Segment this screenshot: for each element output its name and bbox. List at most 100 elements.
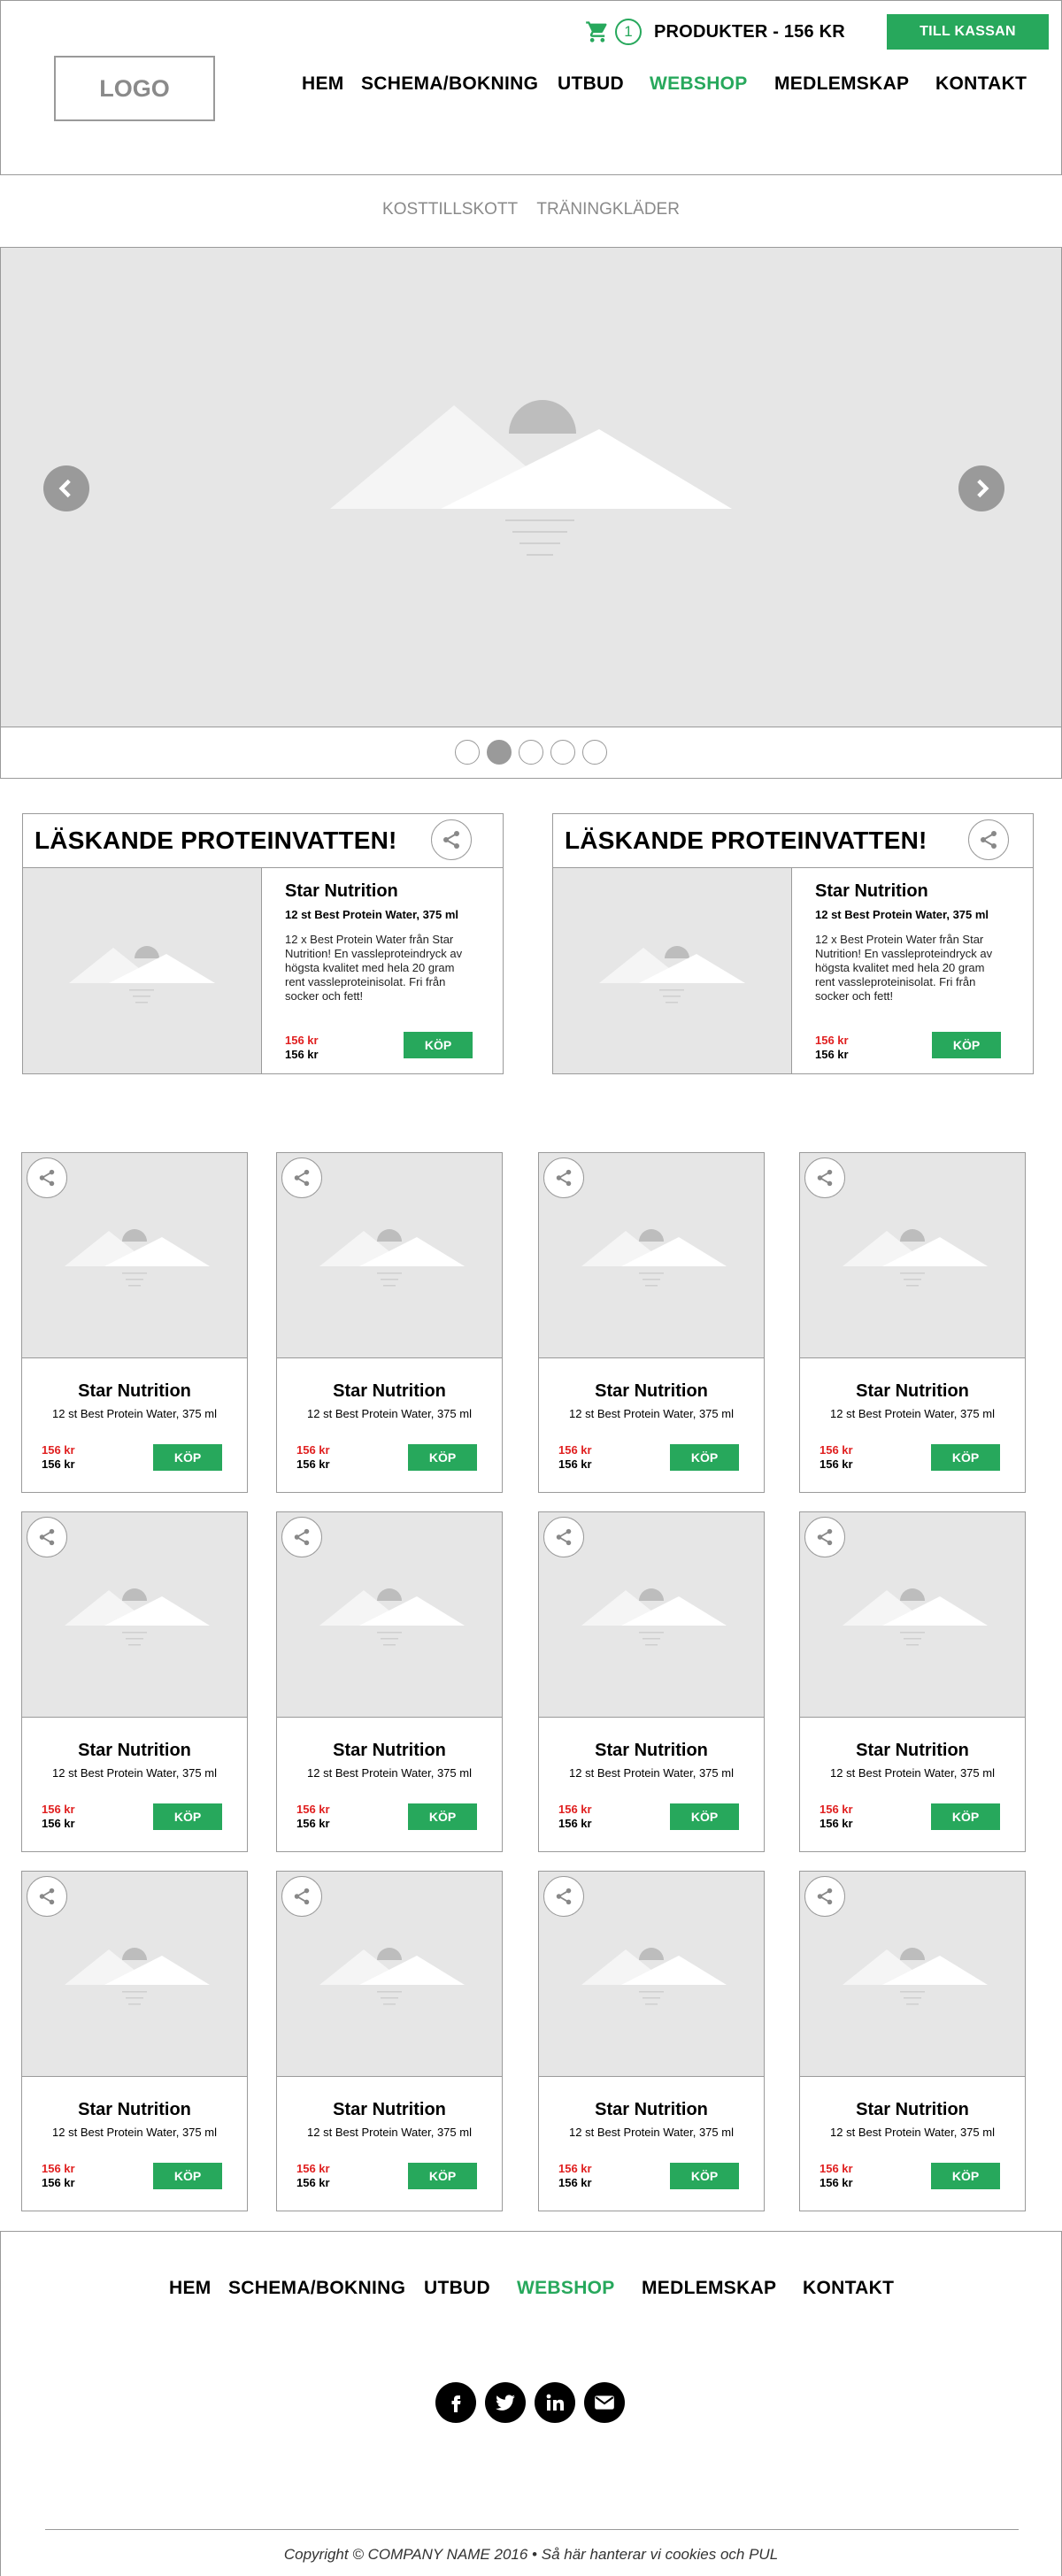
share-button[interactable] bbox=[281, 1876, 322, 1917]
carousel-dot[interactable] bbox=[519, 740, 543, 765]
buy-button[interactable]: KÖP bbox=[153, 1444, 222, 1471]
featured-product-card: LÄSKANDE PROTEINVATTEN! Star Nutrition 1… bbox=[22, 813, 504, 1074]
featured-title: LÄSKANDE PROTEINVATTEN! bbox=[565, 827, 927, 854]
product-image-placeholder[interactable] bbox=[553, 868, 792, 1073]
share-button[interactable] bbox=[543, 1876, 584, 1917]
product-prices: 156 kr 156 kr bbox=[42, 1443, 75, 1472]
product-prices: 156 kr 156 kr bbox=[820, 2162, 853, 2190]
buy-button[interactable]: KÖP bbox=[408, 2163, 477, 2189]
main-nav: HEM SCHEMA/BOKNING UTBUD WEBSHOP MEDLEMS… bbox=[293, 73, 1036, 104]
cart-icon[interactable] bbox=[585, 19, 610, 44]
buy-button[interactable]: KÖP bbox=[408, 1803, 477, 1830]
footer-nav-item-kontakt[interactable]: KONTAKT bbox=[803, 2278, 894, 2299]
carousel-prev-button[interactable] bbox=[43, 465, 89, 511]
nav-item-schema-bokning[interactable]: SCHEMA/BOKNING bbox=[361, 73, 538, 95]
nav-item-webshop[interactable]: WEBSHOP bbox=[650, 73, 748, 95]
share-icon bbox=[294, 1888, 310, 1905]
product-brand: Star Nutrition bbox=[856, 1381, 969, 1401]
share-icon bbox=[294, 1528, 310, 1546]
share-button[interactable] bbox=[281, 1517, 322, 1557]
footer-nav-item-medlemskap[interactable]: MEDLEMSKAP bbox=[642, 2278, 776, 2299]
product-brand: Star Nutrition bbox=[78, 2100, 191, 2119]
price-new: 156 kr bbox=[296, 2176, 330, 2189]
share-icon bbox=[981, 831, 997, 849]
share-button[interactable] bbox=[804, 1157, 845, 1198]
buy-button[interactable]: KÖP bbox=[670, 1803, 739, 1830]
share-button[interactable] bbox=[27, 1517, 67, 1557]
buy-button[interactable]: KÖP bbox=[931, 1803, 1000, 1830]
share-button[interactable] bbox=[543, 1157, 584, 1198]
product-description: 12 x Best Protein Water från Star Nutrit… bbox=[815, 933, 993, 1003]
buy-button[interactable]: KÖP bbox=[408, 1444, 477, 1471]
product-brand: Star Nutrition bbox=[333, 1741, 446, 1760]
buy-button[interactable]: KÖP bbox=[932, 1032, 1001, 1058]
share-button[interactable] bbox=[281, 1157, 322, 1198]
product-card: Star Nutrition 12 st Best Protein Water, … bbox=[799, 1871, 1026, 2211]
product-image-placeholder[interactable] bbox=[23, 868, 262, 1073]
buy-button[interactable]: KÖP bbox=[153, 2163, 222, 2189]
product-card: Star Nutrition 12 st Best Protein Water, … bbox=[21, 1511, 248, 1852]
footer-nav-item-utbud[interactable]: UTBUD bbox=[424, 2278, 490, 2299]
share-button[interactable] bbox=[27, 1876, 67, 1917]
product-prices: 156 kr 156 kr bbox=[42, 1803, 75, 1831]
product-card: Star Nutrition 12 st Best Protein Water, … bbox=[799, 1152, 1026, 1493]
price-new: 156 kr bbox=[285, 1048, 319, 1061]
share-icon bbox=[817, 1528, 833, 1546]
category-link-kosttillskott[interactable]: KOSTTILLSKOTT bbox=[382, 200, 518, 219]
product-prices: 156 kr 156 kr bbox=[558, 2162, 592, 2190]
price-new: 156 kr bbox=[42, 2176, 75, 2189]
image-placeholder-icon bbox=[599, 946, 745, 1003]
carousel-dot[interactable] bbox=[550, 740, 575, 765]
share-button[interactable] bbox=[431, 819, 472, 860]
buy-button[interactable]: KÖP bbox=[404, 1032, 473, 1058]
carousel-dot[interactable] bbox=[582, 740, 607, 765]
facebook-link[interactable] bbox=[435, 2382, 476, 2423]
share-icon bbox=[39, 1528, 55, 1546]
nav-item-utbud[interactable]: UTBUD bbox=[558, 73, 624, 95]
price-new: 156 kr bbox=[820, 1817, 853, 1830]
product-brand: Star Nutrition bbox=[856, 2100, 969, 2119]
footer-nav-item-hem[interactable]: HEM bbox=[169, 2278, 212, 2299]
carousel-next-button[interactable] bbox=[958, 465, 1004, 511]
carousel-dot[interactable] bbox=[455, 740, 480, 765]
price-new: 156 kr bbox=[820, 2176, 853, 2189]
buy-button[interactable]: KÖP bbox=[931, 1444, 1000, 1471]
buy-button[interactable]: KÖP bbox=[931, 2163, 1000, 2189]
carousel-dot-active[interactable] bbox=[487, 740, 512, 765]
share-button[interactable] bbox=[804, 1876, 845, 1917]
price-new: 156 kr bbox=[815, 1048, 849, 1061]
buy-button[interactable]: KÖP bbox=[670, 1444, 739, 1471]
site-footer: HEM SCHEMA/BOKNING UTBUD WEBSHOP MEDLEMS… bbox=[0, 2231, 1062, 2576]
cart-summary[interactable]: 1 PRODUKTER - 156 KR bbox=[585, 17, 845, 47]
nav-item-hem[interactable]: HEM bbox=[302, 73, 344, 95]
checkout-button[interactable]: TILL KASSAN bbox=[887, 14, 1049, 50]
footer-nav-item-webshop[interactable]: WEBSHOP bbox=[517, 2278, 615, 2299]
price-old: 156 kr bbox=[815, 1034, 849, 1047]
category-link-traningklader[interactable]: TRÄNINGKLÄDER bbox=[536, 200, 680, 219]
share-button[interactable] bbox=[804, 1517, 845, 1557]
logo[interactable]: LOGO bbox=[54, 56, 215, 121]
share-button[interactable] bbox=[543, 1517, 584, 1557]
product-name: 12 st Best Protein Water, 375 ml bbox=[830, 2126, 995, 2139]
product-card: Star Nutrition 12 st Best Protein Water, … bbox=[799, 1511, 1026, 1852]
twitter-icon bbox=[496, 2395, 515, 2411]
copyright-text[interactable]: Copyright © COMPANY NAME 2016 • Så här h… bbox=[1, 2546, 1061, 2564]
share-icon bbox=[556, 1528, 572, 1546]
buy-button[interactable]: KÖP bbox=[153, 1803, 222, 1830]
product-name: 12 st Best Protein Water, 375 ml bbox=[285, 908, 459, 921]
product-name: 12 st Best Protein Water, 375 ml bbox=[307, 2126, 472, 2139]
nav-item-medlemskap[interactable]: MEDLEMSKAP bbox=[774, 73, 909, 95]
price-old: 156 kr bbox=[42, 2162, 75, 2175]
linkedin-link[interactable] bbox=[535, 2382, 575, 2423]
product-name: 12 st Best Protein Water, 375 ml bbox=[830, 1766, 995, 1780]
buy-button[interactable]: KÖP bbox=[670, 2163, 739, 2189]
product-name: 12 st Best Protein Water, 375 ml bbox=[569, 2126, 734, 2139]
footer-nav-item-schema-bokning[interactable]: SCHEMA/BOKNING bbox=[228, 2278, 405, 2299]
share-icon bbox=[817, 1169, 833, 1187]
share-button[interactable] bbox=[968, 819, 1009, 860]
twitter-link[interactable] bbox=[485, 2382, 526, 2423]
share-button[interactable] bbox=[27, 1157, 67, 1198]
email-link[interactable] bbox=[584, 2382, 625, 2423]
nav-item-kontakt[interactable]: KONTAKT bbox=[935, 73, 1027, 95]
product-brand: Star Nutrition bbox=[333, 2100, 446, 2119]
